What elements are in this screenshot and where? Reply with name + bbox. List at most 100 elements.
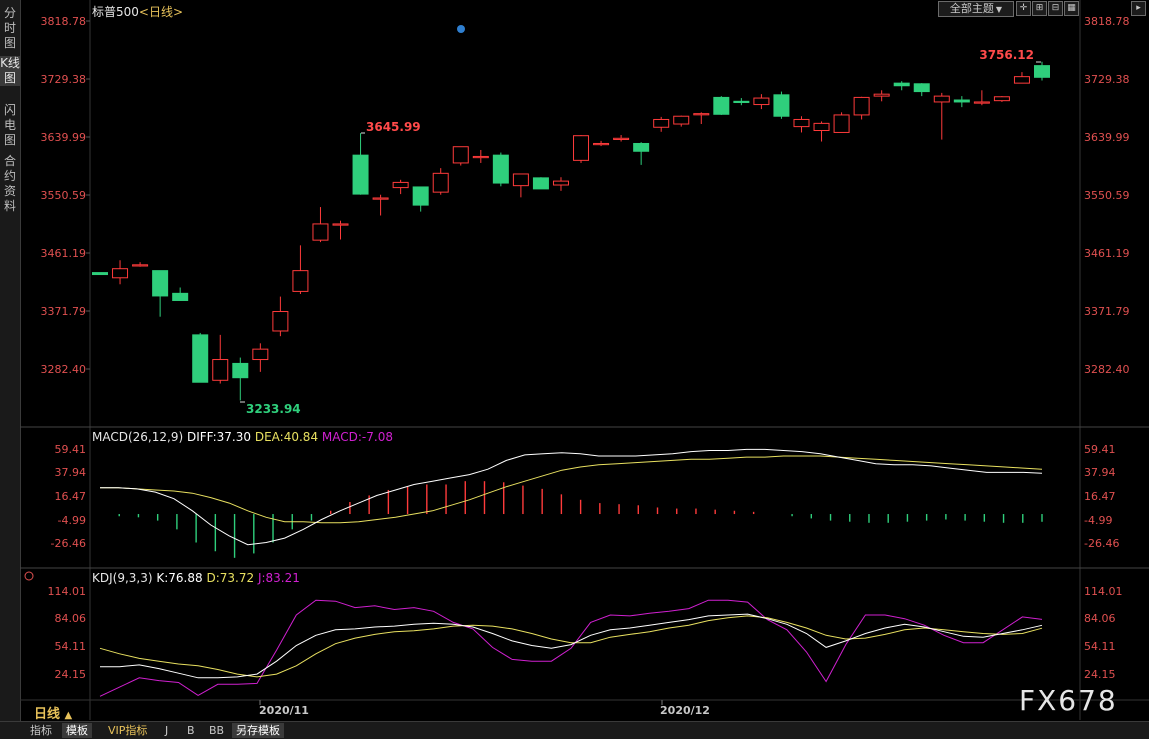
macd-axis-right-label: 59.41: [1084, 443, 1116, 456]
scroll-end-icon[interactable]: ▸: [1131, 1, 1146, 16]
candle-up: [372, 197, 389, 200]
price-axis-right-label: 3550.59: [1084, 189, 1130, 202]
price-axis-right-label: 3818.78: [1084, 15, 1130, 28]
candle-down: [633, 142, 650, 152]
candle-down: [913, 83, 930, 93]
macd-axis-left-label: 16.47: [55, 490, 87, 503]
candle-up: [472, 155, 489, 159]
zoom-in-icon[interactable]: ⊞: [1032, 1, 1047, 16]
price-axis-left-label: 3729.38: [41, 73, 87, 86]
macd-diff-line: [100, 448, 1043, 546]
price-axis-left-label: 3639.99: [41, 131, 87, 144]
candle-up: [813, 122, 830, 132]
kdj-j: J:83.21: [257, 571, 300, 585]
price-axis-right-label: 3729.38: [1084, 73, 1130, 86]
candle-up: [552, 180, 569, 186]
annotation-high-1: 3645.99: [366, 120, 421, 134]
candle-up: [212, 359, 229, 381]
zoom-out-icon[interactable]: ⊟: [1048, 1, 1063, 16]
macd-axis-right-label: 16.47: [1084, 490, 1116, 503]
kdj-name: KDJ(9,3,3): [92, 571, 153, 585]
candle-up: [452, 146, 469, 164]
theme-select-button[interactable]: 全部主题 ▼: [938, 1, 1014, 17]
macd-axis-left-label: -4.99: [58, 514, 86, 527]
chevron-down-icon: ▼: [995, 5, 1003, 14]
candle-up: [332, 223, 349, 226]
symbol-name: 标普500: [92, 5, 139, 19]
price-axis-right-label: 3282.40: [1084, 363, 1130, 376]
period-switch[interactable]: 日线 ▲: [34, 703, 72, 722]
candle-down: [92, 272, 108, 276]
candle-down: [412, 186, 429, 206]
candle-up: [593, 142, 610, 146]
kdj-axis-right-label: 24.15: [1084, 668, 1116, 681]
macd-dea: DEA:40.84: [254, 430, 319, 444]
candle-down: [492, 154, 509, 184]
crosshair-icon[interactable]: ✛: [1016, 1, 1031, 16]
candle-down: [152, 270, 169, 297]
symbol-title: 标普500<日线>: [92, 3, 183, 20]
annotation-low-1: 3233.94: [246, 402, 301, 416]
grid-icon[interactable]: ▦: [1064, 1, 1079, 16]
candle-up: [873, 93, 890, 97]
candle-up: [793, 118, 810, 128]
kline-chart: 3818.78 3818.78 3729.38 3729.38 3639.99 3639.…: [20, 0, 1149, 720]
tab-b[interactable]: B: [183, 723, 199, 738]
candle-up: [272, 311, 289, 332]
event-marker-icon: [457, 25, 465, 33]
tab-j[interactable]: J: [161, 723, 172, 738]
price-axis-left-label: 3371.79: [41, 305, 87, 318]
candle-up: [973, 101, 990, 104]
macd-value: MACD:-7.08: [321, 430, 393, 444]
candle-up: [613, 137, 630, 140]
candle-up: [292, 270, 309, 292]
candle-down: [773, 94, 790, 117]
candle-up: [112, 268, 129, 279]
period-name: 日线: [148, 5, 173, 19]
macd-axis-right-label: 37.94: [1084, 466, 1116, 479]
price-axis-left-label: 3818.78: [41, 15, 87, 28]
candle-up: [673, 115, 690, 125]
candle-down: [1034, 65, 1050, 78]
macd-name: MACD(26,12,9): [92, 430, 184, 444]
candle-up: [933, 95, 950, 103]
candle-up: [252, 348, 269, 361]
price-axis-right-label: 3639.99: [1084, 131, 1130, 144]
macd-axis-left-label: -26.46: [51, 537, 86, 550]
period-prev-button[interactable]: <: [139, 5, 149, 19]
kdj-axis-right-label: 84.06: [1084, 612, 1116, 625]
candle-up: [833, 114, 850, 133]
tab-vip-indicators[interactable]: VIP指标: [104, 723, 151, 738]
macd-axis-right-label: -26.46: [1084, 537, 1119, 550]
macd-axis-right-label: -4.99: [1084, 514, 1112, 527]
kdj-axis-right-label: 114.01: [1084, 585, 1123, 598]
kdj-toggle-icon: [24, 571, 34, 581]
kdj-k: K:76.88: [156, 571, 203, 585]
candle-up: [512, 173, 529, 187]
price-axis-right-label: 3371.79: [1084, 305, 1130, 318]
watermark-logo: FX678: [1019, 684, 1118, 717]
triangle-up-icon: ▲: [64, 710, 73, 721]
macd-dea-line: [100, 455, 1043, 524]
annotation-high-2: 3756.12: [979, 48, 1034, 62]
candle-up: [312, 223, 329, 241]
kdj-axis-left-label: 54.11: [55, 640, 87, 653]
kdj-axis-left-label: 114.01: [48, 585, 87, 598]
tab-templates[interactable]: 模板: [62, 723, 92, 738]
tab-indicators[interactable]: 指标: [26, 723, 56, 738]
kdj-k-line: [100, 613, 1043, 679]
period-next-button[interactable]: >: [173, 5, 183, 19]
tab-save-template[interactable]: 另存模板: [232, 723, 284, 738]
kdj-d: D:73.72: [206, 571, 255, 585]
macd-legend: MACD(26,12,9) DIFF:37.30 DEA:40.84 MACD:…: [92, 430, 393, 444]
date-label-nov: 2020/11: [259, 704, 309, 717]
theme-label: 全部主题: [949, 2, 994, 15]
tab-bb[interactable]: BB: [205, 723, 228, 738]
candle-down: [953, 99, 970, 103]
candle-down: [893, 82, 910, 87]
candle-down: [532, 177, 549, 190]
macd-axis-left-label: 37.94: [55, 466, 87, 479]
candle-up: [753, 97, 770, 106]
macd-axis-left-label: 59.41: [55, 443, 87, 456]
candle-up: [653, 118, 670, 128]
